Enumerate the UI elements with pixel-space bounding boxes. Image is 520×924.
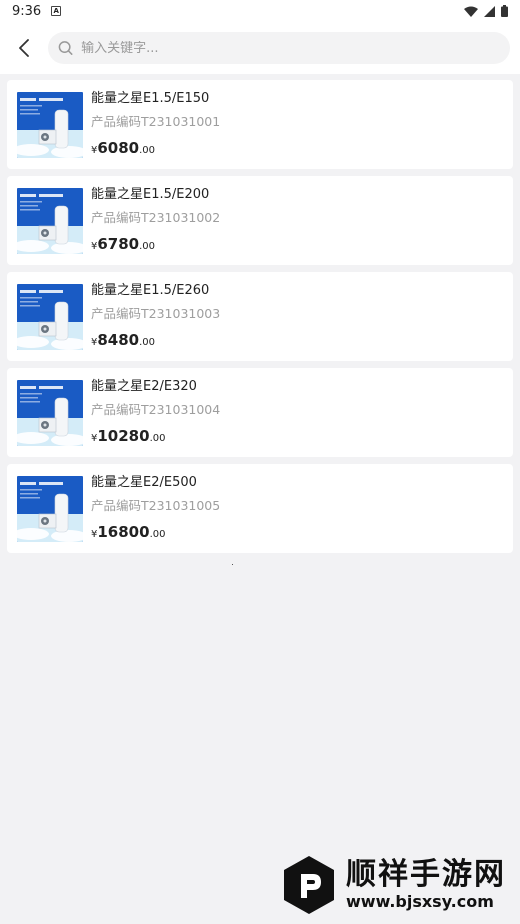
chevron-left-icon — [19, 39, 29, 57]
heat-pump-image — [17, 380, 83, 446]
product-info: 能量之星E2/E500 产品编码T231031005 ¥16800.00 — [91, 475, 221, 545]
product-title: 能量之星E1.5/E200 — [91, 187, 210, 202]
watermark-text: 顺祥手游网 www.bjsxsy.com — [346, 858, 506, 912]
product-list: 能量之星E1.5/E150 产品编码T231031001 ¥6080.00 能量… — [0, 74, 520, 553]
watermark-url: www.bjsxsy.com — [346, 892, 494, 911]
product-title: 能量之星E1.5/E260 — [91, 283, 210, 298]
product-code: 产品编码T231031001 — [91, 114, 221, 129]
notification-icon: A — [51, 6, 62, 16]
product-card[interactable]: 能量之星E1.5/E150 产品编码T231031001 ¥6080.00 — [7, 80, 513, 169]
product-card[interactable]: 能量之星E1.5/E200 产品编码T231031002 ¥6780.00 — [7, 176, 513, 265]
product-info: 能量之星E1.5/E200 产品编码T231031002 ¥6780.00 — [91, 187, 221, 257]
search-icon — [58, 41, 73, 55]
product-price: ¥10280.00 — [91, 426, 220, 449]
watermark: 顺祥手游网 www.bjsxsy.com — [282, 854, 506, 916]
price-decimal: .00 — [139, 145, 156, 156]
product-code: 产品编码T231031004 — [91, 402, 221, 417]
product-thumbnail — [17, 92, 83, 158]
price-integer: 6780 — [97, 235, 140, 253]
product-title: 能量之星E2/E500 — [91, 475, 197, 490]
heat-pump-image — [17, 476, 83, 542]
status-time: 9:36 — [12, 3, 42, 19]
price-decimal: .00 — [149, 529, 166, 540]
watermark-name: 顺祥手游网 — [346, 857, 506, 892]
product-card[interactable]: 能量之星E2/E500 产品编码T231031005 ¥16800.00 — [7, 464, 513, 553]
product-info: 能量之星E2/E320 产品编码T231031004 ¥10280.00 — [91, 379, 221, 449]
header — [0, 22, 520, 74]
product-code: 产品编码T231031003 — [91, 306, 221, 321]
product-info: 能量之星E1.5/E150 产品编码T231031001 ¥6080.00 — [91, 91, 221, 161]
product-thumbnail — [17, 380, 83, 446]
price-integer: 8480 — [97, 331, 140, 349]
price-decimal: .00 — [139, 337, 156, 348]
watermark-logo — [284, 856, 334, 914]
signal-icon — [484, 5, 495, 17]
heat-pump-image — [17, 92, 83, 158]
heat-pump-image — [17, 284, 83, 350]
product-price: ¥16800.00 — [91, 522, 220, 545]
product-title: 能量之星E1.5/E150 — [91, 91, 210, 106]
price-decimal: .00 — [139, 241, 156, 252]
product-price: ¥6780.00 — [91, 234, 220, 257]
back-button[interactable] — [10, 28, 38, 68]
search-input[interactable] — [81, 40, 500, 56]
price-decimal: .00 — [149, 433, 166, 444]
product-code: 产品编码T231031005 — [91, 498, 221, 513]
product-code: 产品编码T231031002 — [91, 210, 221, 225]
product-title: 能量之星E2/E320 — [91, 379, 197, 394]
price-integer: 6080 — [97, 139, 140, 157]
heat-pump-image — [17, 188, 83, 254]
product-thumbnail — [17, 188, 83, 254]
product-price: ¥8480.00 — [91, 330, 220, 353]
wifi-icon — [464, 6, 478, 17]
product-info: 能量之星E1.5/E260 产品编码T231031003 ¥8480.00 — [91, 283, 221, 353]
battery-icon — [501, 5, 508, 17]
status-right — [464, 5, 508, 17]
price-integer: 16800 — [97, 523, 150, 541]
product-thumbnail — [17, 284, 83, 350]
product-card[interactable]: 能量之星E2/E320 产品编码T231031004 ¥10280.00 — [7, 368, 513, 457]
status-bar: 9:36 A — [0, 0, 520, 22]
product-card[interactable]: 能量之星E1.5/E260 产品编码T231031003 ¥8480.00 — [7, 272, 513, 361]
loading-dot — [232, 564, 233, 565]
price-integer: 10280 — [97, 427, 150, 445]
product-price: ¥6080.00 — [91, 138, 220, 161]
search-box[interactable] — [48, 32, 510, 64]
status-left: 9:36 A — [12, 3, 62, 19]
product-thumbnail — [17, 476, 83, 542]
